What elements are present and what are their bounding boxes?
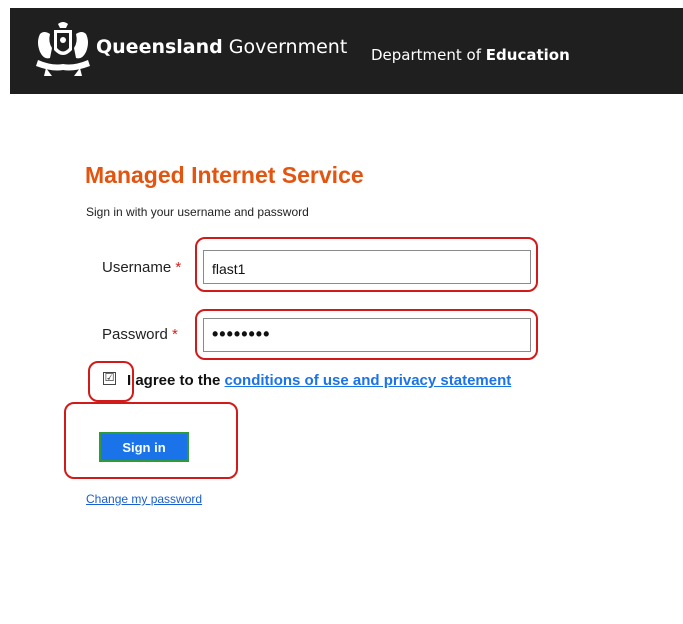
page-left-margin — [0, 0, 10, 624]
page-top-margin — [10, 0, 683, 8]
username-label: Username * — [102, 259, 181, 276]
brand-name: Queensland Government — [96, 36, 347, 58]
password-label: Password * — [102, 326, 178, 343]
password-label-text: Password — [102, 326, 168, 343]
department-prefix: Department of — [371, 46, 481, 64]
agree-prefix: I agree to the — [127, 372, 221, 389]
password-highlight — [195, 309, 538, 360]
change-password-link[interactable]: Change my password — [86, 492, 202, 506]
page-title: Managed Internet Service — [85, 162, 364, 188]
site-header: Queensland Government Department of Educ… — [10, 8, 683, 94]
brand-name-light: Government — [228, 36, 348, 58]
username-highlight — [195, 237, 538, 292]
required-marker: * — [175, 259, 182, 276]
queensland-coat-of-arms-icon — [36, 22, 90, 76]
sign-in-highlight — [64, 402, 238, 479]
required-marker: * — [172, 326, 178, 343]
conditions-link[interactable]: conditions of use and privacy statement — [225, 372, 512, 389]
department-bold: Education — [485, 46, 570, 64]
username-label-text: Username — [102, 259, 172, 276]
brand-name-bold: Queensland — [96, 36, 223, 58]
agree-statement: I agree to the conditions of use and pri… — [127, 372, 511, 389]
page-subtitle: Sign in with your username and password — [86, 205, 309, 219]
department-name: Department of Education — [371, 46, 570, 64]
